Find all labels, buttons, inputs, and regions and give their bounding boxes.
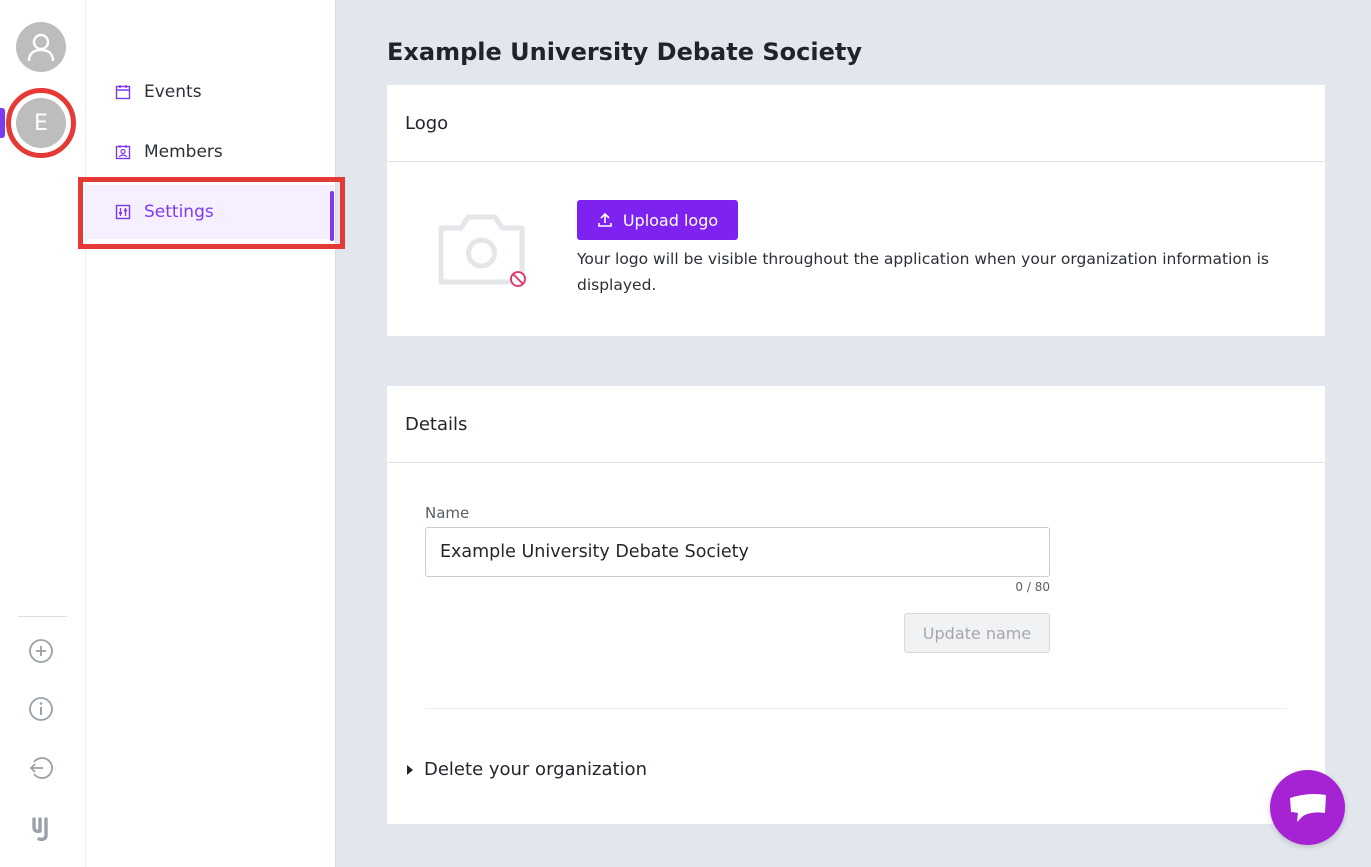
active-org-indicator: [0, 108, 5, 138]
nav-item-label: Members: [144, 142, 223, 162]
upload-icon: [598, 212, 612, 227]
upload-logo-label: Upload logo: [622, 210, 719, 230]
chat-button[interactable]: [1270, 770, 1345, 845]
add-circle-icon: [29, 639, 53, 663]
organization-nav: Events Members Settings: [78, 0, 345, 867]
logo-card: Logo Upload logo Your logo will be visib…: [387, 85, 1325, 336]
no-logo-placeholder: [437, 210, 532, 290]
user-avatar[interactable]: [16, 22, 66, 72]
brand-logo[interactable]: [27, 815, 55, 843]
nav-item-events[interactable]: Events: [86, 65, 334, 119]
character-counter: 0 / 80: [1015, 580, 1050, 594]
details-card: Details Name 0 / 80 Update name Delete y…: [387, 386, 1325, 824]
details-card-header: Details: [387, 386, 1325, 463]
name-field-label: Name: [425, 504, 470, 522]
logo-card-header: Logo: [387, 85, 1325, 162]
rail-divider: [18, 616, 67, 617]
name-input[interactable]: [425, 527, 1050, 577]
info-icon: [29, 697, 53, 721]
nav-item-label: Settings: [144, 202, 214, 222]
delete-organization-toggle[interactable]: Delete your organization: [407, 759, 647, 780]
page-title: Example University Debate Society: [387, 38, 862, 66]
brand-logo-icon: [32, 817, 48, 842]
camera-off-icon: [438, 214, 526, 287]
logo-help-text: Your logo will be visible throughout the…: [577, 250, 1269, 294]
nav-item-settings[interactable]: Settings: [78, 177, 345, 249]
delete-organization-label: Delete your organization: [424, 759, 647, 780]
nav-item-members[interactable]: Members: [86, 125, 334, 179]
sliders-icon: [115, 204, 131, 220]
update-name-button[interactable]: Update name: [904, 613, 1050, 653]
main-content: Example University Debate Society Logo U…: [337, 0, 1371, 867]
info-button[interactable]: [27, 695, 55, 723]
org-avatar-highlight-ring: [6, 88, 76, 158]
caret-right-icon: [407, 764, 413, 775]
chat-bubble-icon: [1289, 793, 1326, 822]
logout-icon: [29, 757, 53, 779]
nav-item-label: Events: [144, 82, 202, 102]
section-divider: [425, 708, 1287, 709]
user-icon: [27, 33, 55, 62]
icon-rail: E: [0, 0, 86, 867]
upload-logo-button[interactable]: Upload logo: [577, 200, 738, 240]
logout-button[interactable]: [27, 754, 55, 782]
calendar-icon: [115, 84, 131, 100]
id-card-icon: [115, 144, 131, 160]
add-organization-button[interactable]: [27, 637, 55, 665]
